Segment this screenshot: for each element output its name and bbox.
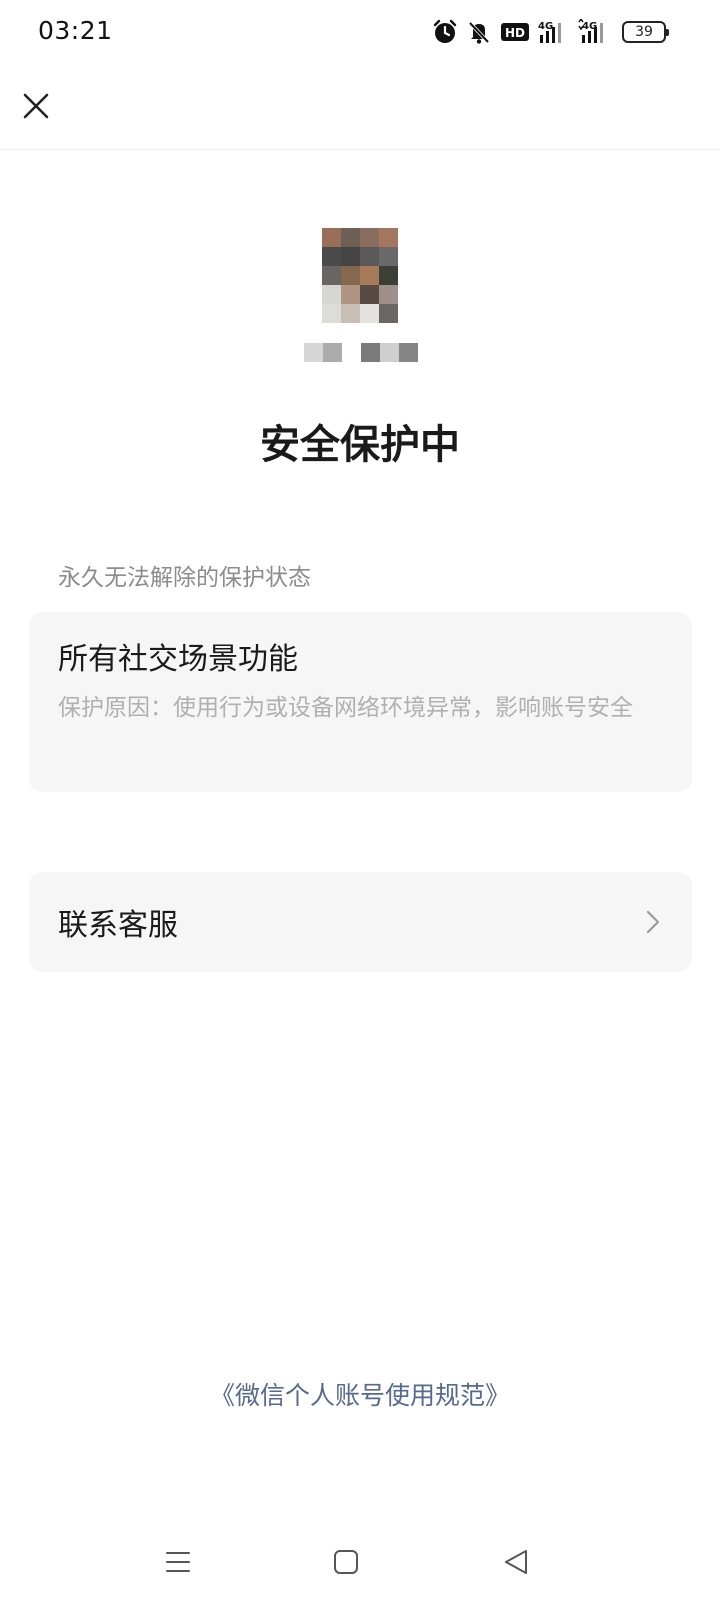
page-title: 安全保护中 [260, 422, 460, 468]
contact-support-button[interactable]: 联系客服 [29, 872, 692, 972]
close-button[interactable] [14, 84, 58, 128]
chevron-right-icon [646, 910, 660, 934]
back-button[interactable] [494, 1540, 538, 1584]
nav-bar [0, 64, 720, 150]
status-bar: 03:21 HD 4G 4G 39 [0, 0, 720, 64]
avatar [322, 228, 398, 323]
signal-4g-icon: 4G [578, 19, 614, 45]
policy-link[interactable]: 《微信个人账号使用规范》 [0, 1376, 720, 1412]
restriction-description: 保护原因：使用行为或设备网络环境异常，影响账号安全 [58, 695, 633, 721]
contact-support-label: 联系客服 [58, 908, 178, 943]
section-label: 永久无法解除的保护状态 [58, 565, 311, 591]
restriction-title: 所有社交场景功能 [58, 642, 298, 677]
battery-level: 39 [635, 24, 653, 40]
hd-icon: HD [500, 21, 530, 43]
status-icons: HD 4G 4G 39 [432, 18, 669, 46]
system-nav-bar [0, 1520, 720, 1600]
menu-icon [166, 1552, 190, 1572]
signal-4g-icon: 4G [538, 19, 570, 45]
menu-button[interactable] [156, 1540, 200, 1584]
battery-icon: 39 [622, 21, 669, 43]
home-button[interactable] [324, 1540, 368, 1584]
svg-text:4G: 4G [538, 21, 553, 32]
restriction-card: 所有社交场景功能 保护原因：使用行为或设备网络环境异常，影响账号安全 [29, 612, 692, 792]
svg-text:HD: HD [505, 26, 525, 40]
alarm-icon [432, 19, 458, 45]
mute-bell-icon [466, 19, 492, 45]
account-protection-screen: 03:21 HD 4G 4G 39 安全保护中 永久无法解除的保护状态 所有社交… [0, 0, 720, 1600]
close-icon [23, 93, 49, 119]
username-redacted [304, 343, 418, 362]
home-icon [334, 1550, 358, 1574]
status-time: 03:21 [38, 16, 113, 45]
back-icon [505, 1550, 527, 1574]
